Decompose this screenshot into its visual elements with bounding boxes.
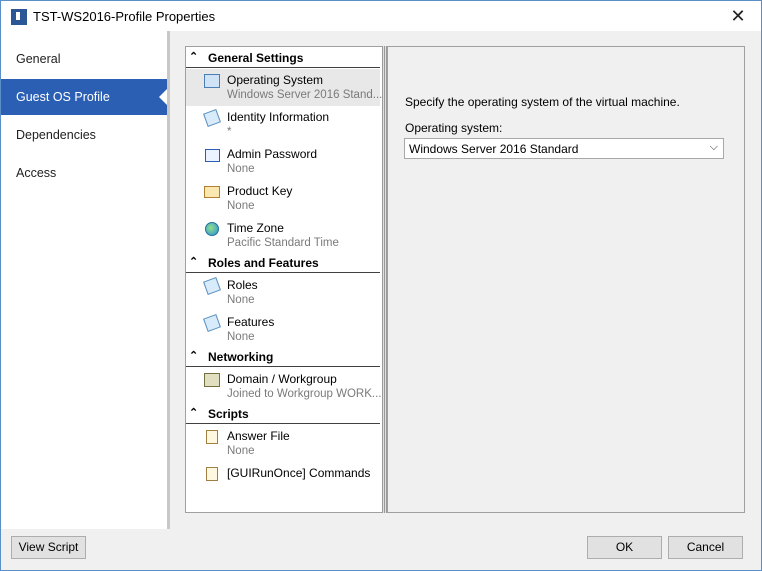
setting-time-zone[interactable]: Time Zone Pacific Standard Time bbox=[186, 217, 380, 254]
setting-name: Identity Information bbox=[227, 110, 330, 124]
setting-name: Roles bbox=[227, 278, 258, 292]
setting-guirunonce-commands[interactable]: [GUIRunOnce] Commands bbox=[186, 462, 380, 499]
setting-value: * bbox=[227, 126, 232, 138]
setting-name: Domain / Workgroup bbox=[227, 372, 337, 386]
cancel-button[interactable]: Cancel bbox=[668, 536, 743, 559]
setting-name: Time Zone bbox=[227, 221, 284, 235]
setting-value: None bbox=[227, 445, 255, 457]
commands-icon bbox=[204, 466, 220, 482]
dialog-body: General Guest OS Profile Dependencies Ac… bbox=[1, 31, 761, 529]
section-label: General Settings bbox=[208, 51, 304, 65]
setting-admin-password[interactable]: Admin Password None bbox=[186, 143, 380, 180]
network-icon bbox=[204, 372, 220, 388]
nav-item-general[interactable]: General bbox=[1, 41, 167, 77]
globe-icon bbox=[204, 221, 220, 237]
section-header-roles-and-features[interactable]: ⌃ Roles and Features bbox=[186, 254, 380, 273]
section-label: Scripts bbox=[208, 407, 249, 421]
chevron-down-icon[interactable]: ⌵ bbox=[710, 141, 718, 154]
setting-identity-information[interactable]: Identity Information * bbox=[186, 106, 380, 143]
section-header-scripts[interactable]: ⌃ Scripts bbox=[186, 405, 380, 424]
product-key-icon bbox=[204, 184, 220, 200]
title-bar[interactable]: TST-WS2016-Profile Properties ✕ bbox=[1, 1, 761, 31]
section-label: Networking bbox=[208, 350, 274, 364]
pane-divider bbox=[167, 31, 170, 529]
setting-value: None bbox=[227, 200, 255, 212]
setting-value: Pacific Standard Time bbox=[227, 237, 339, 249]
setting-operating-system[interactable]: Operating System Windows Server 2016 Sta… bbox=[186, 69, 383, 106]
setting-name: [GUIRunOnce] Commands bbox=[227, 466, 371, 480]
collapse-icon[interactable]: ⌃ bbox=[189, 50, 198, 63]
features-icon bbox=[203, 314, 221, 332]
os-field-label: Operating system: bbox=[405, 121, 503, 135]
detail-panel: Specify the operating system of the virt… bbox=[387, 46, 745, 513]
setting-domain-workgroup[interactable]: Domain / Workgroup Joined to Workgroup W… bbox=[186, 368, 382, 405]
app-icon bbox=[11, 9, 27, 25]
section-header-networking[interactable]: ⌃ Networking bbox=[186, 348, 380, 367]
setting-product-key[interactable]: Product Key None bbox=[186, 180, 380, 217]
navigation-pane: General Guest OS Profile Dependencies Ac… bbox=[1, 31, 167, 529]
setting-name: Product Key bbox=[227, 184, 293, 198]
nav-item-dependencies[interactable]: Dependencies bbox=[1, 117, 167, 153]
password-icon bbox=[204, 147, 220, 163]
setting-value: None bbox=[227, 294, 255, 306]
setting-answer-file[interactable]: Answer File None bbox=[186, 425, 380, 462]
roles-icon bbox=[203, 277, 221, 295]
section-header-general-settings[interactable]: ⌃ General Settings bbox=[186, 49, 380, 68]
window-title: TST-WS2016-Profile Properties bbox=[33, 9, 216, 24]
ok-button[interactable]: OK bbox=[587, 536, 662, 559]
os-select[interactable]: Windows Server 2016 Standard ⌵ bbox=[404, 138, 724, 159]
nav-item-access[interactable]: Access bbox=[1, 155, 167, 191]
detail-description: Specify the operating system of the virt… bbox=[405, 95, 680, 109]
close-icon[interactable]: ✕ bbox=[715, 1, 761, 31]
setting-name: Admin Password bbox=[227, 147, 318, 161]
dialog-footer: View Script OK Cancel bbox=[1, 529, 761, 570]
section-label: Roles and Features bbox=[208, 256, 319, 270]
identity-icon bbox=[203, 109, 221, 127]
setting-value: Windows Server 2016 Stand... bbox=[227, 89, 383, 101]
collapse-icon[interactable]: ⌃ bbox=[189, 349, 198, 362]
settings-list: ⌃ General Settings Operating System Wind… bbox=[185, 46, 385, 513]
setting-features[interactable]: Features None bbox=[186, 311, 380, 348]
setting-name: Answer File bbox=[227, 429, 290, 443]
view-script-button[interactable]: View Script bbox=[11, 536, 86, 559]
collapse-icon[interactable]: ⌃ bbox=[189, 406, 198, 419]
properties-dialog: TST-WS2016-Profile Properties ✕ General … bbox=[0, 0, 762, 571]
os-selected-value: Windows Server 2016 Standard bbox=[409, 142, 579, 156]
setting-roles[interactable]: Roles None bbox=[186, 274, 380, 311]
setting-value: Joined to Workgroup WORK... bbox=[227, 388, 382, 400]
setting-name: Operating System bbox=[227, 73, 324, 87]
collapse-icon[interactable]: ⌃ bbox=[189, 255, 198, 268]
answer-file-icon bbox=[204, 429, 220, 445]
setting-name: Features bbox=[227, 315, 275, 329]
setting-value: None bbox=[227, 163, 255, 175]
setting-value: None bbox=[227, 331, 255, 343]
nav-item-guest-os-profile[interactable]: Guest OS Profile bbox=[1, 79, 167, 115]
operating-system-icon bbox=[204, 73, 220, 89]
